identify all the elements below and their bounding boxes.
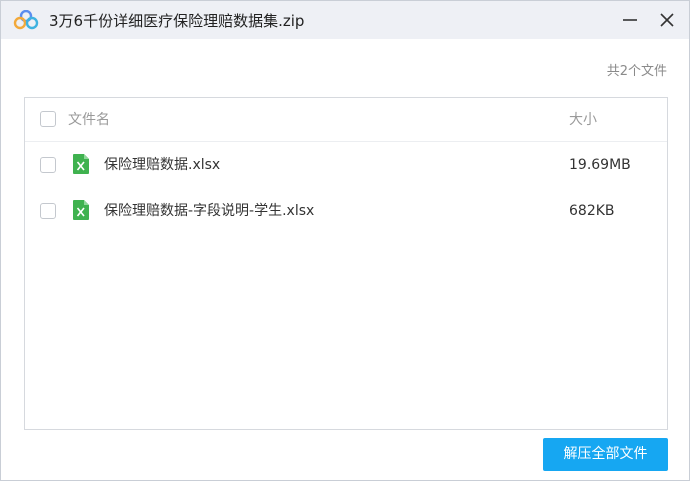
- close-button[interactable]: [652, 5, 682, 35]
- minimize-button[interactable]: [615, 5, 645, 35]
- title-bar: 3万6千份详细医疗保险理赔数据集.zip: [1, 1, 689, 39]
- column-header-size: 大小: [569, 112, 597, 128]
- file-list: 文件名 大小 保险理赔数据.xlsx 19.69MB 保险理赔数据-字段说明-学…: [24, 97, 668, 430]
- minimize-icon: [623, 19, 637, 21]
- row-checkbox[interactable]: [40, 157, 56, 173]
- file-count: 共2个文件: [606, 64, 667, 79]
- cloud-logo-icon: [13, 10, 39, 30]
- list-header: 文件名 大小: [25, 98, 667, 142]
- file-size: 19.69MB: [569, 157, 631, 173]
- column-header-name: 文件名: [68, 112, 110, 128]
- table-row[interactable]: 保险理赔数据-字段说明-学生.xlsx 682KB: [25, 188, 667, 234]
- close-icon: [660, 13, 674, 27]
- file-size: 682KB: [569, 203, 615, 219]
- excel-file-icon: [73, 200, 89, 220]
- file-name: 保险理赔数据.xlsx: [104, 157, 221, 173]
- extract-all-button[interactable]: 解压全部文件: [543, 438, 668, 471]
- select-all-checkbox[interactable]: [40, 111, 56, 127]
- window-title: 3万6千份详细医疗保险理赔数据集.zip: [49, 12, 305, 30]
- file-name: 保险理赔数据-字段说明-学生.xlsx: [104, 203, 315, 219]
- row-checkbox[interactable]: [40, 203, 56, 219]
- table-row[interactable]: 保险理赔数据.xlsx 19.69MB: [25, 142, 667, 188]
- excel-file-icon: [73, 154, 89, 174]
